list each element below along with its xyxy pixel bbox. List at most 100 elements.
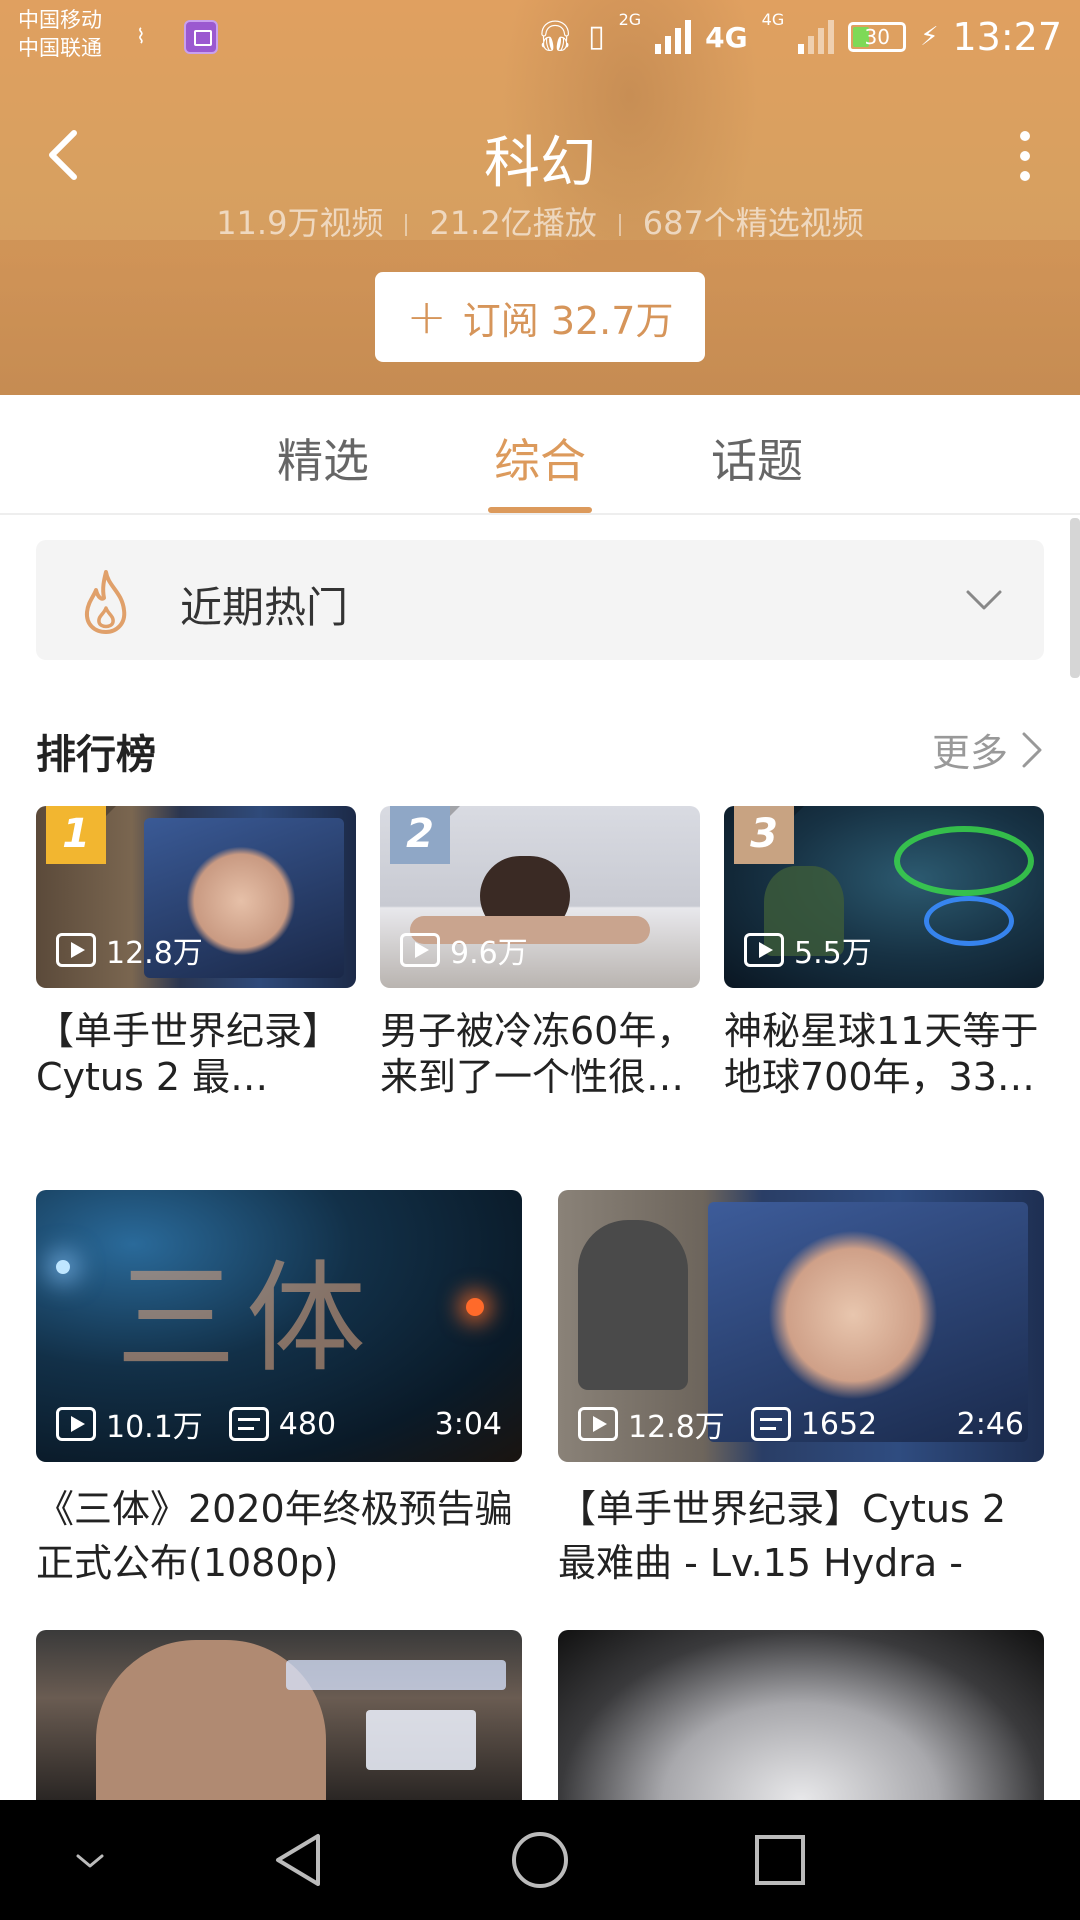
play-count-overlay: 12.8万 — [56, 928, 203, 972]
thumbnail-hand — [768, 1230, 938, 1400]
plus-icon: + — [406, 289, 447, 345]
signal-bars-1-icon — [655, 20, 692, 54]
video-thumbnail: 3 5.5万 — [724, 806, 1044, 988]
activity-icon: ⌇ — [136, 24, 146, 48]
play-count-group: 10.1万 — [56, 1402, 203, 1446]
video-thumbnail: 2 9.6万 — [380, 806, 700, 988]
app-root: 中国移动 中国联通 ⌇ 🎧︎ ▯ 2G 4G 4G 30 ⚡ 13:27 科幻 … — [0, 0, 1080, 1920]
system-nav-bar — [0, 1800, 1080, 1920]
video-thumbnail: 三体 10.1万 480 3:04 — [36, 1190, 522, 1462]
play-count: 9.6万 — [450, 936, 528, 971]
active-tab-indicator — [488, 507, 592, 513]
channel-stats: 11.9万视频 21.2亿播放 687个精选视频 — [0, 198, 1080, 244]
video-title: 【单手世界纪录】Cytus 2 最… — [36, 1009, 341, 1099]
thumbnail-caption-box — [366, 1710, 476, 1770]
back-nav-button[interactable] — [270, 1830, 330, 1890]
subscribe-label: 订阅 32.7万 — [462, 298, 674, 343]
thumbnail-blue-ring — [924, 896, 1014, 946]
tab-overview[interactable]: 综合 — [475, 425, 605, 491]
scrollbar[interactable] — [1070, 518, 1080, 678]
video-card[interactable] — [558, 1630, 1044, 1800]
thumbnail-star — [466, 1298, 484, 1316]
gallery-notification-icon — [184, 20, 218, 54]
chevron-down-icon — [966, 590, 1002, 610]
stat-videos: 11.9万视频 — [216, 204, 384, 242]
play-count-icon — [744, 933, 784, 967]
play-count: 12.8万 — [106, 936, 203, 971]
headphones-icon: 🎧︎ — [535, 19, 575, 54]
stat-divider — [405, 214, 408, 236]
flame-icon — [84, 570, 127, 634]
ranking-card[interactable]: 1 12.8万 【单手世界纪录】Cytus 2 最… — [36, 806, 356, 1100]
rank-badge: 1 — [46, 806, 116, 864]
page-title: 科幻 — [484, 131, 596, 196]
net-2g-label: 2G — [618, 10, 642, 29]
video-title: 男子被冷冻60年，来到了一个性很… — [380, 1009, 695, 1099]
thumbnail-star — [56, 1260, 70, 1274]
ranking-more-link[interactable]: 更多 — [932, 722, 1044, 777]
play-count: 5.5万 — [794, 936, 872, 971]
play-count-overlay: 5.5万 — [744, 928, 872, 972]
thumbnail-green-ring — [894, 826, 1034, 896]
play-count-icon — [400, 933, 440, 967]
tab-featured[interactable]: 精选 — [258, 425, 388, 491]
more-options-button[interactable] — [1010, 128, 1040, 184]
stat-plays: 21.2亿播放 — [429, 204, 597, 242]
charging-icon: ⚡ — [920, 22, 939, 52]
video-thumbnail: 12.8万 1652 2:46 — [558, 1190, 1044, 1462]
ranking-card[interactable]: 3 5.5万 神秘星球11天等于地球700年，33… — [724, 806, 1044, 1100]
recents-nav-button[interactable] — [750, 1830, 810, 1890]
more-vertical-icon — [1020, 131, 1030, 181]
channel-header: 中国移动 中国联通 ⌇ 🎧︎ ▯ 2G 4G 4G 30 ⚡ 13:27 科幻 … — [0, 0, 1080, 395]
chevron-right-icon — [1022, 732, 1042, 767]
sort-dropdown-label: 近期热门 — [180, 583, 349, 632]
clock: 13:27 — [952, 15, 1062, 59]
danmaku-count: 1652 — [800, 1406, 878, 1442]
battery-level: 30 — [864, 25, 890, 49]
stat-featured: 687个精选视频 — [642, 204, 864, 242]
video-card[interactable]: 三体 10.1万 480 3:04 《三体》2020年终极预告骗正式公布(108… — [36, 1190, 522, 1590]
subscribe-button[interactable]: + 订阅 32.7万 — [375, 272, 705, 362]
video-title: 【单手世界纪录】Cytus 2 最难曲 - Lv.15 Hydra - Mi… — [558, 1487, 1007, 1585]
video-thumbnail: 1 12.8万 — [36, 806, 356, 988]
net-4g-label: 4G — [705, 20, 748, 54]
video-card[interactable] — [36, 1630, 522, 1800]
status-bar: 中国移动 中国联通 ⌇ 🎧︎ ▯ 2G 4G 4G 30 ⚡ 13:27 — [0, 0, 1080, 80]
video-stats-overlay: 12.8万 1652 2:46 — [578, 1402, 1024, 1446]
danmaku-count-group: 480 — [228, 1406, 337, 1442]
video-title: 《三体》2020年终极预告骗正式公布(1080p) — [36, 1487, 513, 1585]
vibrate-icon: ▯ — [588, 19, 605, 54]
danmaku-icon — [228, 1407, 269, 1441]
thumbnail-caption-bar — [286, 1660, 506, 1690]
thumbnail-person — [578, 1220, 688, 1390]
net-4g-small-label: 4G — [761, 10, 785, 29]
status-icons: 🎧︎ ▯ 2G 4G 4G 30 ⚡ 13:27 — [535, 10, 1062, 62]
play-count-group: 12.8万 — [578, 1402, 725, 1446]
danmaku-count: 480 — [278, 1406, 337, 1442]
battery-icon: 30 — [848, 22, 907, 52]
carrier-info: 中国移动 中国联通 — [18, 6, 102, 62]
carrier-1: 中国移动 — [18, 8, 102, 32]
play-count-icon — [578, 1407, 618, 1441]
carrier-2: 中国联通 — [18, 36, 102, 60]
rank-badge: 3 — [734, 806, 804, 864]
thumbnail-artwork: 三体 — [116, 1250, 376, 1389]
tab-topics[interactable]: 话题 — [692, 425, 822, 491]
danmaku-icon — [750, 1407, 791, 1441]
home-nav-button[interactable] — [510, 1830, 570, 1890]
more-label: 更多 — [931, 731, 1008, 775]
play-count-icon — [56, 933, 96, 967]
collapse-nav-button[interactable] — [60, 1830, 120, 1890]
ranking-section-title: 排行榜 — [36, 732, 156, 778]
video-stats-overlay: 10.1万 480 3:04 — [56, 1402, 502, 1446]
signal-bars-2-icon — [798, 20, 835, 54]
video-duration: 3:04 — [434, 1406, 502, 1442]
play-count: 10.1万 — [106, 1410, 203, 1445]
video-duration: 2:46 — [956, 1406, 1024, 1442]
video-card[interactable]: 12.8万 1652 2:46 【单手世界纪录】Cytus 2 最难曲 - Lv… — [558, 1190, 1044, 1590]
ranking-card[interactable]: 2 9.6万 男子被冷冻60年，来到了一个性很… — [380, 806, 700, 1100]
danmaku-count-group: 1652 — [750, 1406, 878, 1442]
rank-badge: 2 — [390, 806, 460, 864]
tab-bar: 精选 综合 话题 — [0, 395, 1080, 515]
sort-dropdown[interactable]: 近期热门 — [36, 540, 1044, 660]
